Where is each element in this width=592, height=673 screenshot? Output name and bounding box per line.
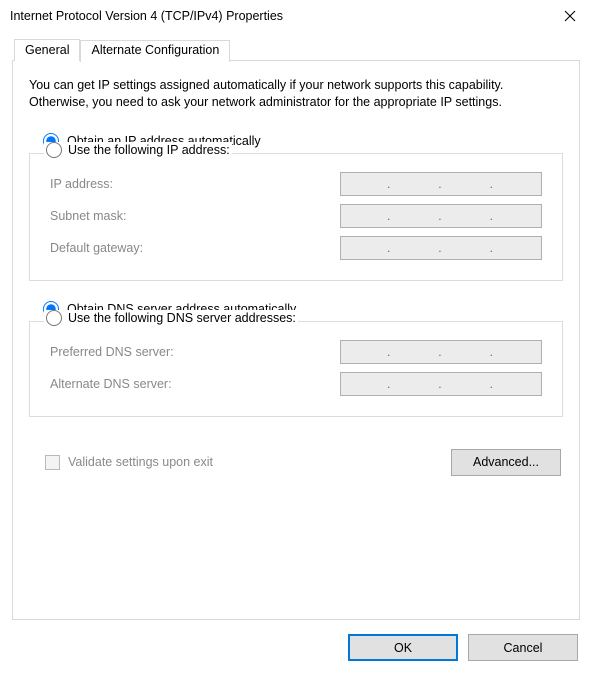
default-gateway-input[interactable]: ... (340, 236, 542, 260)
radio-use-following-ip-input[interactable] (46, 142, 62, 158)
description-text: You can get IP settings assigned automat… (29, 77, 563, 111)
ip-address-label: IP address: (50, 177, 113, 191)
radio-use-following-dns-input[interactable] (46, 310, 62, 326)
alternate-dns-label: Alternate DNS server: (50, 377, 172, 391)
dialog-footer: OK Cancel (12, 634, 580, 661)
cancel-button[interactable]: Cancel (468, 634, 578, 661)
preferred-dns-label: Preferred DNS server: (50, 345, 174, 359)
tab-panel-general: You can get IP settings assigned automat… (12, 60, 580, 620)
ok-button[interactable]: OK (348, 634, 458, 661)
radio-use-following-dns[interactable]: Use the following DNS server addresses: (44, 310, 298, 326)
default-gateway-label: Default gateway: (50, 241, 143, 255)
dialog-content: General Alternate Configuration You can … (0, 32, 592, 673)
validate-settings-checkbox[interactable]: Validate settings upon exit (45, 455, 213, 470)
ip-address-group: Use the following IP address: IP address… (29, 153, 563, 281)
advanced-button[interactable]: Advanced... (451, 449, 561, 476)
tab-general[interactable]: General (14, 39, 80, 61)
titlebar: Internet Protocol Version 4 (TCP/IPv4) P… (0, 0, 592, 32)
alternate-dns-input[interactable]: ... (340, 372, 542, 396)
close-icon (564, 10, 576, 22)
window-title: Internet Protocol Version 4 (TCP/IPv4) P… (10, 9, 283, 23)
ip-address-input[interactable]: ... (340, 172, 542, 196)
radio-use-following-ip-label: Use the following IP address: (68, 143, 230, 157)
tab-alternate-configuration[interactable]: Alternate Configuration (80, 40, 230, 62)
dns-address-group: Use the following DNS server addresses: … (29, 321, 563, 417)
tabstrip: General Alternate Configuration (14, 38, 580, 60)
subnet-mask-label: Subnet mask: (50, 209, 126, 223)
subnet-mask-input[interactable]: ... (340, 204, 542, 228)
radio-use-following-dns-label: Use the following DNS server addresses: (68, 311, 296, 325)
preferred-dns-input[interactable]: ... (340, 340, 542, 364)
validate-settings-label: Validate settings upon exit (68, 455, 213, 469)
close-button[interactable] (548, 1, 592, 31)
radio-use-following-ip[interactable]: Use the following IP address: (44, 142, 232, 158)
checkbox-box-icon (45, 455, 60, 470)
